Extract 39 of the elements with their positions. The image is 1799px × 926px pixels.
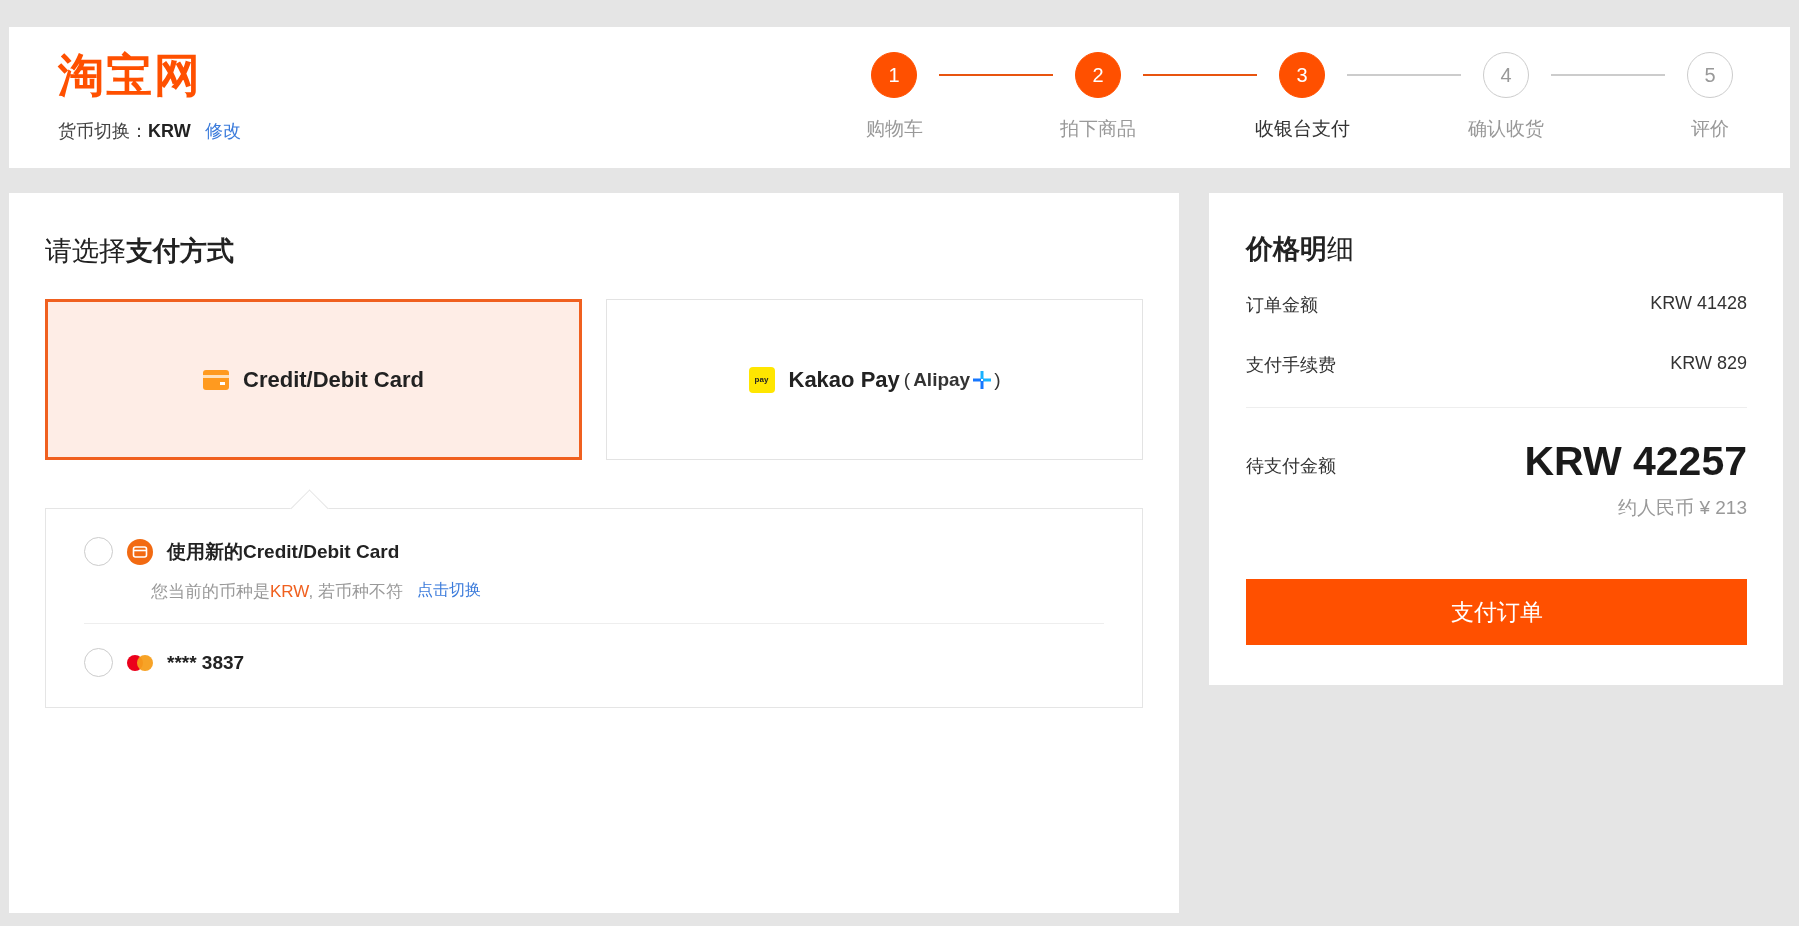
row-value: KRW 41428 xyxy=(1650,293,1747,315)
currency-code: KRW xyxy=(148,120,191,142)
card-icon xyxy=(127,538,153,565)
change-link[interactable]: 修改 xyxy=(204,119,241,143)
method-label: Kakao Pay xyxy=(788,366,900,393)
switch-link[interactable]: 点击切换 xyxy=(416,580,481,603)
step-label: 拍下商品 xyxy=(1060,117,1136,141)
payment-method-tile[interactable]: pay Kakao Pay (Alipay ) xyxy=(606,299,1143,460)
step-label: 收银台支付 xyxy=(1254,117,1350,141)
step-number: 2 xyxy=(1075,52,1121,98)
step-number: 4 xyxy=(1483,52,1529,98)
row-label: 订单金额 xyxy=(1246,294,1318,317)
option-label: 使用新的Credit/Debit Card xyxy=(167,539,400,564)
step-number: 1 xyxy=(871,52,917,98)
radio-button[interactable] xyxy=(84,537,113,566)
kakao-pay-logo: pay xyxy=(748,366,775,393)
method-label: Credit/Debit Card xyxy=(243,366,424,393)
step-number: 3 xyxy=(1279,52,1325,98)
partner-logo: (Alipay ) xyxy=(903,368,1001,391)
step-label: 确认收货 xyxy=(1468,117,1544,141)
card-icon xyxy=(203,369,230,390)
step-label: 购物车 xyxy=(865,117,923,141)
step-number: 5 xyxy=(1687,52,1733,98)
row-label: 支付手续费 xyxy=(1246,354,1336,377)
approx-amount: 约人民币 ¥ 213 xyxy=(1617,496,1747,520)
radio-button[interactable] xyxy=(84,648,113,677)
row-value: KRW 829 xyxy=(1670,353,1747,375)
summary-title: 价格明细 xyxy=(1246,233,1355,266)
pay-button[interactable]: 支付订单 xyxy=(1246,579,1747,645)
option-label: **** 3837 xyxy=(167,651,245,674)
logo[interactable]: 淘宝网 xyxy=(58,47,241,103)
total-value: KRW 42257 xyxy=(1524,438,1747,485)
mastercard-icon xyxy=(127,654,153,671)
payment-method-tile[interactable]: Credit/Debit Card xyxy=(45,299,582,460)
currency-note: 您当前的币种是KRW, 若币种不符 xyxy=(151,581,403,603)
total-label: 待支付金额 xyxy=(1246,454,1336,478)
payment-title: 请选择支付方式 xyxy=(45,235,235,268)
step-label: 评价 xyxy=(1691,117,1729,141)
currency-label: 货币切换： xyxy=(58,120,148,143)
